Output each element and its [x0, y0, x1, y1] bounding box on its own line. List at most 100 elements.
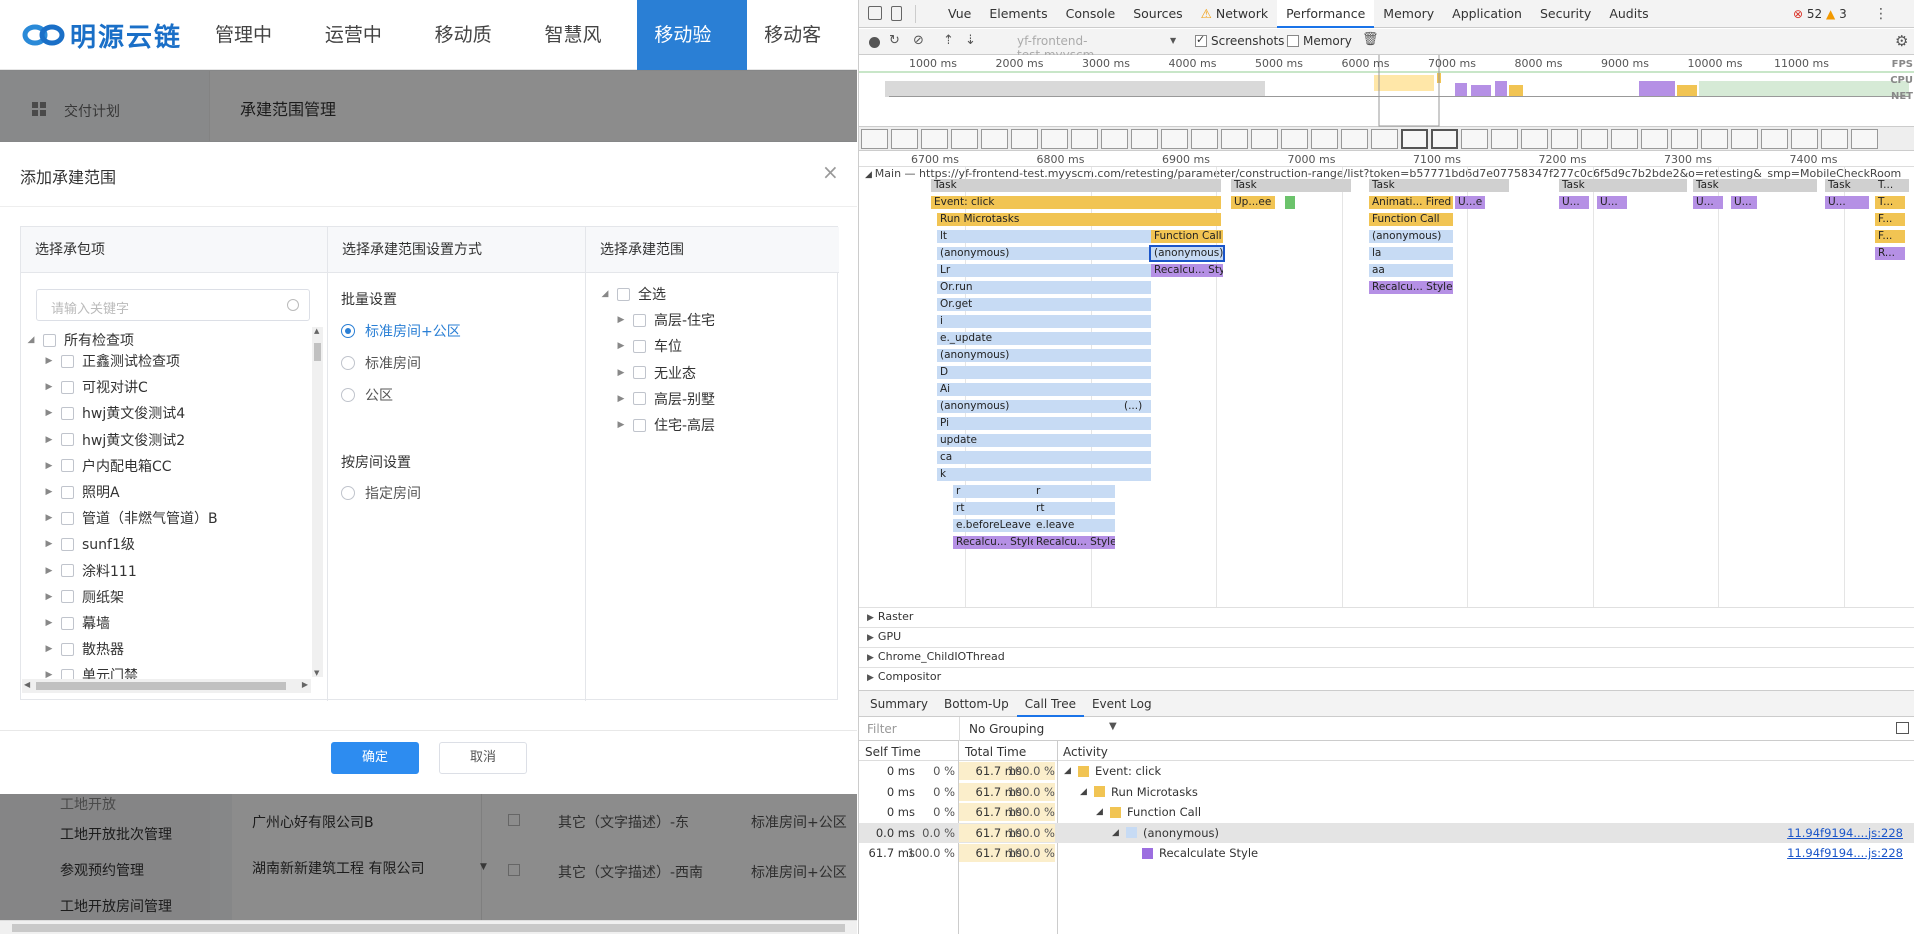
expand-triangle-icon[interactable]: ◢ [1096, 807, 1104, 817]
screenshot-thumb[interactable] [1731, 128, 1758, 149]
devtools-tab[interactable]: Memory [1374, 0, 1443, 28]
task-block[interactable]: T... [1875, 179, 1909, 192]
chevron-right-icon[interactable]: ▶ [867, 613, 874, 623]
screenshot-thumb[interactable] [1461, 128, 1488, 149]
flame-block[interactable]: (anonymous) [937, 247, 1151, 260]
call-tree-row[interactable]: 61.7 ms 100.0 % 61.7 ms 100.0 % Recalculate … [859, 843, 1914, 863]
devtools-tab[interactable]: Vue [939, 0, 980, 28]
tree-checkbox[interactable] [61, 616, 74, 630]
range-checkbox[interactable] [633, 366, 646, 380]
function-call-block[interactable]: Function Call [1151, 230, 1223, 243]
screenshot-thumb[interactable] [861, 128, 888, 149]
call-tree-row[interactable]: 0 ms 0 % 61.7 ms 100.0 % ◢ Event: click [859, 761, 1914, 781]
col-total-time[interactable]: Total Time [965, 745, 1026, 759]
bottom-tab[interactable]: Bottom-Up [936, 691, 1017, 717]
thread-track[interactable]: ▶ GPU [859, 627, 1914, 644]
flame-block[interactable]: U... [1825, 196, 1869, 209]
upload-icon[interactable]: ⇡ [943, 33, 954, 48]
range-item[interactable]: ▶ 车位 [617, 333, 682, 359]
tree-item[interactable]: ▶ hwj黄文俊测试2 [45, 427, 186, 453]
flame-block[interactable]: Or.run [937, 281, 1151, 294]
recalc-style-block[interactable]: Recalcu... Style [953, 536, 1033, 549]
col-self-time[interactable]: Self Time [865, 745, 921, 759]
chevron-right-icon[interactable]: ▶ [45, 539, 53, 549]
tree-checkbox[interactable] [61, 642, 74, 656]
radio-specify-room[interactable]: 指定房间 [341, 483, 421, 503]
tree-item[interactable]: ▶ 可视对讲C [45, 374, 148, 400]
flame-block[interactable]: e.beforeLeave [953, 519, 1033, 532]
flame-block[interactable]: U... [1597, 196, 1627, 209]
flame-block[interactable]: e._update [937, 332, 1151, 345]
tree-item[interactable]: ▶ 管道（非燃气管道）B [45, 505, 218, 531]
tree-checkbox[interactable] [61, 354, 74, 368]
chevron-right-icon[interactable]: ▶ [617, 315, 625, 325]
flame-block[interactable]: lt [937, 230, 1151, 243]
screenshot-thumb[interactable] [1191, 128, 1218, 149]
tree-item[interactable]: ▶ 照明A [45, 479, 120, 505]
screenshot-thumb[interactable] [1521, 128, 1548, 149]
radio-option[interactable]: 公区 [341, 385, 393, 405]
screenshot-thumb[interactable] [1011, 128, 1038, 149]
source-link[interactable]: 11.94f9194....js:228 [1787, 846, 1903, 860]
chevron-right-icon[interactable]: ▶ [45, 592, 53, 602]
task-block[interactable]: Task [1693, 179, 1817, 192]
expand-triangle-icon[interactable]: ◢ [1080, 787, 1088, 797]
chevron-right-icon[interactable]: ▶ [45, 356, 53, 366]
download-icon[interactable]: ⇣ [965, 33, 976, 48]
devtools-tab[interactable]: Audits [1600, 0, 1657, 28]
tree-horizontal-scrollbar[interactable]: ◀ ▶ [22, 679, 311, 693]
tree-checkbox[interactable] [61, 406, 74, 420]
screenshot-thumb[interactable] [1341, 128, 1368, 149]
chevron-down-icon[interactable]: ◢ [27, 335, 35, 345]
thread-track[interactable]: ▶ Raster [859, 607, 1914, 624]
range-select-all[interactable]: ◢ 全选 [601, 281, 666, 307]
screenshot-thumb[interactable] [981, 128, 1008, 149]
screenshot-thumb[interactable] [1311, 128, 1338, 149]
record-icon[interactable] [869, 37, 880, 48]
task-block[interactable]: Task [1231, 179, 1351, 192]
tree-checkbox[interactable] [61, 485, 74, 499]
devtools-tab[interactable]: Security [1531, 0, 1600, 28]
screenshot-thumb[interactable] [1761, 128, 1788, 149]
screenshot-thumb[interactable] [1401, 128, 1428, 149]
gear-icon[interactable]: ⚙ [1895, 32, 1908, 50]
flame-block[interactable]: (anonymous) [1369, 230, 1453, 243]
chevron-right-icon[interactable]: ▶ [617, 368, 625, 378]
screenshots-checkbox[interactable]: Screenshots [1195, 33, 1284, 48]
flame-block[interactable]: la [1369, 247, 1453, 260]
flame-block[interactable]: r [1033, 485, 1115, 498]
function-call-block[interactable]: Function Call [1369, 213, 1453, 226]
flame-block[interactable]: rt [953, 502, 1033, 515]
flame-chart[interactable]: ◢ Main — https://yf-frontend-test.myyscm… [859, 167, 1914, 607]
screenshot-thumb[interactable] [1431, 128, 1458, 149]
range-item[interactable]: ▶ 高层-住宅 [617, 307, 716, 333]
chevron-right-icon[interactable]: ▶ [617, 420, 625, 430]
flame-block[interactable]: U... [1731, 196, 1757, 209]
chevron-right-icon[interactable]: ▶ [45, 566, 53, 576]
screenshot-thumb[interactable] [1671, 128, 1698, 149]
bottom-tab[interactable]: Summary [862, 691, 936, 717]
nav-item[interactable]: 管理中心 [198, 0, 308, 116]
flame-block[interactable]: F... [1875, 230, 1905, 243]
chevron-right-icon[interactable]: ▶ [867, 633, 874, 643]
chevron-right-icon[interactable]: ▶ [45, 487, 53, 497]
flame-block[interactable]: U...e [1455, 196, 1485, 209]
screenshot-thumb[interactable] [1701, 128, 1728, 149]
screenshot-thumb[interactable] [1131, 128, 1158, 149]
flame-block[interactable]: k [937, 468, 1151, 481]
source-link[interactable]: 11.94f9194....js:228 [1787, 826, 1903, 840]
filter-input[interactable]: Filter [867, 722, 897, 736]
chevron-right-icon[interactable]: ▶ [45, 644, 53, 654]
tree-item[interactable]: ▶ 涂料111 [45, 558, 137, 584]
screenshot-thumb[interactable] [1251, 128, 1278, 149]
tree-checkbox[interactable] [61, 511, 74, 525]
task-block[interactable]: Task [931, 179, 1221, 192]
screenshot-thumb[interactable] [1491, 128, 1518, 149]
screenshot-thumb[interactable] [1641, 128, 1668, 149]
range-checkbox[interactable] [633, 339, 646, 353]
expand-sidebar-icon[interactable] [1896, 722, 1909, 734]
tree-checkbox[interactable] [61, 564, 74, 578]
bottom-tab[interactable]: Event Log [1084, 691, 1160, 717]
col-activity[interactable]: Activity [1063, 745, 1108, 759]
tree-item[interactable]: ▶ sunf1级 [45, 531, 135, 557]
